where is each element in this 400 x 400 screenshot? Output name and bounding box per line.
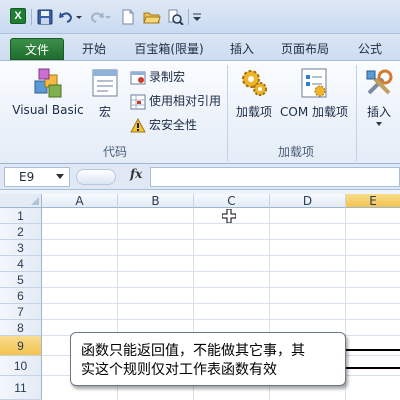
customize-toolbar-icon[interactable] xyxy=(192,9,202,25)
formula-bar-resize-handle[interactable] xyxy=(76,169,116,185)
warning-icon xyxy=(130,117,146,132)
row-header-1[interactable]: 1 xyxy=(0,208,42,224)
relative-references-label: 使用相对引用 xyxy=(149,94,222,108)
ribbon-tabs: 文件 开始 百宝箱(限量) 插入 页面布局 公式 xyxy=(0,34,400,60)
com-addins-label: COM 加载项 xyxy=(280,105,348,119)
new-file-icon[interactable] xyxy=(120,9,136,25)
visual-basic-icon xyxy=(34,68,62,98)
select-all-button[interactable] xyxy=(0,194,42,208)
tab-formulas[interactable]: 公式 xyxy=(348,38,392,60)
record-macro-label: 录制宏 xyxy=(149,70,186,84)
select-all-icon xyxy=(31,197,39,205)
gridline xyxy=(42,271,400,272)
record-macro-button[interactable]: 录制宏 xyxy=(130,67,185,87)
row-header-11[interactable]: 11 xyxy=(0,376,42,400)
row-header-10[interactable]: 10 xyxy=(0,356,42,376)
macro-security-button[interactable]: 宏安全性 xyxy=(130,115,197,135)
callout-pointer-line xyxy=(346,349,400,351)
formula-input[interactable] xyxy=(150,167,400,187)
undo-icon[interactable] xyxy=(58,9,74,25)
chevron-down-icon xyxy=(376,122,382,126)
tab-page-layout[interactable]: 页面布局 xyxy=(270,38,340,60)
row-header-8[interactable]: 8 xyxy=(0,320,42,336)
tab-home[interactable]: 开始 xyxy=(72,38,116,60)
insert-function-icon[interactable]: fx xyxy=(130,167,142,181)
gridline xyxy=(42,255,400,256)
group-divider xyxy=(227,65,228,161)
column-header-c[interactable]: C xyxy=(194,194,270,208)
row-header-7[interactable]: 7 xyxy=(0,304,42,320)
undo-dropdown-icon[interactable] xyxy=(75,9,83,25)
tools-icon xyxy=(366,69,393,95)
column-header-d[interactable]: D xyxy=(270,194,346,208)
insert-controls-button[interactable]: 插入 xyxy=(362,67,396,126)
relative-references-icon xyxy=(130,94,146,109)
gridline xyxy=(42,239,400,240)
tab-toolbox[interactable]: 百宝箱(限量) xyxy=(124,38,214,60)
column-header-e[interactable]: E xyxy=(346,194,400,208)
row-header-3[interactable]: 3 xyxy=(0,240,42,256)
quick-access-toolbar: X xyxy=(0,0,400,34)
ribbon-panel: Visual Basic 宏 录制宏 使用相对引用 宏安全性 代码 加载项 CO… xyxy=(0,60,400,164)
save-icon[interactable] xyxy=(37,9,53,25)
com-addins-icon xyxy=(301,68,327,98)
gridline xyxy=(42,223,400,224)
tab-file[interactable]: 文件 xyxy=(10,38,64,60)
code-group-label: 代码 xyxy=(102,145,127,159)
row-header-6[interactable]: 6 xyxy=(0,288,42,304)
macros-button[interactable]: 宏 xyxy=(88,67,122,120)
visual-basic-button[interactable]: Visual Basic xyxy=(6,67,90,117)
record-macro-icon xyxy=(130,71,146,84)
gridline xyxy=(42,319,400,320)
chevron-down-icon[interactable] xyxy=(56,174,64,179)
addins-group-label: 加载项 xyxy=(277,145,314,159)
callout-text-line-1: 函数只能返回值，不能做其它事，其 xyxy=(81,343,305,359)
addins-button[interactable]: 加载项 xyxy=(232,67,276,120)
addins-label: 加载项 xyxy=(235,105,272,119)
open-folder-icon[interactable] xyxy=(143,9,161,25)
group-divider xyxy=(356,65,357,161)
com-addins-button[interactable]: COM 加载项 xyxy=(277,67,351,120)
gridline xyxy=(42,287,400,288)
callout-pointer-line xyxy=(346,367,400,369)
redo-icon[interactable] xyxy=(89,9,105,25)
excel-logo-icon[interactable]: X xyxy=(10,8,26,24)
insert-controls-label: 插入 xyxy=(366,105,391,119)
callout-text-line-2: 实这个规则仅对工作表函数有效 xyxy=(81,362,277,378)
macros-label: 宏 xyxy=(98,105,111,119)
tab-insert[interactable]: 插入 xyxy=(220,38,264,60)
macro-security-label: 宏安全性 xyxy=(149,118,198,132)
cell-cursor-icon xyxy=(221,208,237,226)
gridline xyxy=(42,303,400,304)
row-header-2[interactable]: 2 xyxy=(0,224,42,240)
annotation-callout: 函数只能返回值，不能做其它事，其 实这个规则仅对工作表函数有效 xyxy=(70,332,346,386)
formula-bar: E9 fx xyxy=(0,164,400,190)
redo-dropdown-icon[interactable] xyxy=(104,9,112,25)
gear-icon xyxy=(242,70,267,96)
visual-basic-label: Visual Basic xyxy=(12,103,84,117)
row-header-9[interactable]: 9 xyxy=(0,336,42,356)
column-header-b[interactable]: B xyxy=(118,194,194,208)
relative-references-button[interactable]: 使用相对引用 xyxy=(130,91,221,111)
print-preview-icon[interactable] xyxy=(166,9,184,25)
column-header-a[interactable]: A xyxy=(42,194,118,208)
toolbar-divider xyxy=(31,9,32,25)
macros-icon xyxy=(92,69,118,97)
toolbar-divider xyxy=(188,9,189,25)
row-header-4[interactable]: 4 xyxy=(0,256,42,272)
row-header-5[interactable]: 5 xyxy=(0,272,42,288)
